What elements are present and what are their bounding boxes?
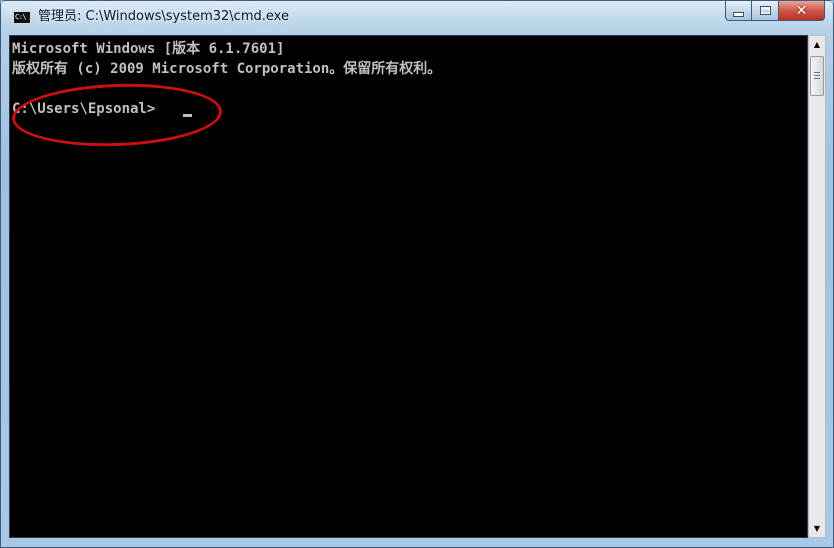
minimize-icon — [733, 11, 744, 17]
cmd-icon[interactable]: C:\ — [13, 11, 31, 24]
grip-line — [814, 78, 820, 79]
console-output[interactable]: Microsoft Windows [版本 6.1.7601] 版权所有 (c)… — [9, 35, 808, 538]
maximize-button[interactable] — [752, 1, 779, 21]
arrow-down-icon: ▼ — [813, 524, 821, 533]
console-line-version: Microsoft Windows [版本 6.1.7601] — [12, 41, 285, 57]
prompt-highlight-circle — [10, 80, 224, 150]
window-title: 管理员: C:\Windows\system32\cmd.exe — [38, 9, 289, 24]
close-icon: ✕ — [795, 2, 808, 19]
close-button[interactable]: ✕ — [779, 1, 825, 21]
maximize-icon — [759, 6, 771, 15]
title-bar[interactable]: C:\ 管理员: C:\Windows\system32\cmd.exe ✕ — [1, 1, 833, 35]
window-controls: ✕ — [725, 1, 825, 23]
grip-line — [814, 72, 820, 73]
vertical-scrollbar[interactable]: ▲ ▼ — [808, 35, 826, 538]
scroll-thumb[interactable] — [810, 56, 824, 96]
cmd-window: C:\ 管理员: C:\Windows\system32\cmd.exe ✕ M… — [0, 0, 834, 548]
scroll-up-button[interactable]: ▲ — [809, 36, 825, 53]
grip-line — [814, 75, 820, 76]
console-line-copyright: 版权所有 (c) 2009 Microsoft Corporation。保留所有… — [12, 61, 442, 77]
scroll-down-button[interactable]: ▼ — [809, 520, 825, 537]
arrow-up-icon: ▲ — [813, 40, 821, 49]
minimize-button[interactable] — [725, 1, 752, 21]
